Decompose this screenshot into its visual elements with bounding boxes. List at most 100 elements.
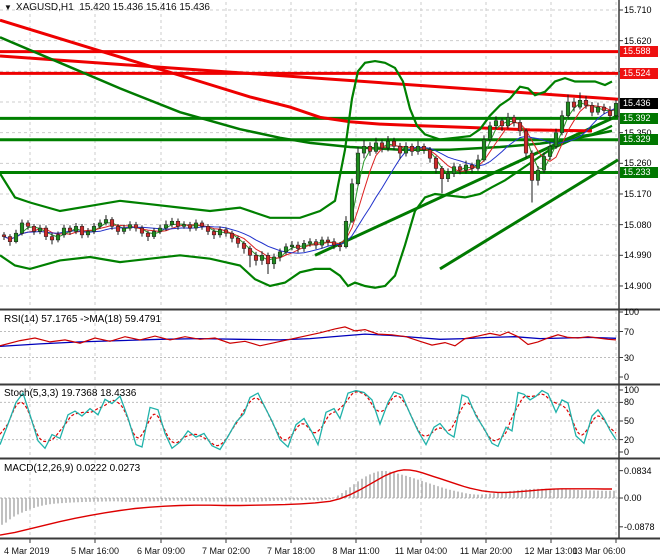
- candle-bull: [217, 229, 223, 236]
- candle-bull: [403, 146, 409, 154]
- candle-bear: [379, 142, 385, 149]
- candle-bear: [313, 241, 319, 246]
- candle-bull: [85, 231, 91, 236]
- candle-bull: [19, 222, 25, 234]
- candle-bear: [499, 120, 505, 127]
- candle-bear: [145, 232, 151, 237]
- candle-bull: [289, 244, 295, 248]
- support-ascending-2-trendline[interactable]: [439, 158, 619, 271]
- candle-bear: [49, 236, 55, 241]
- candle-bull: [271, 256, 277, 265]
- candle-bear: [1, 234, 7, 237]
- candle-bear: [391, 140, 397, 147]
- candle-bull: [169, 220, 175, 225]
- candle-bull: [181, 224, 187, 227]
- candle-bull: [487, 125, 493, 140]
- candle-bull: [463, 164, 469, 171]
- candle-bear: [511, 117, 517, 123]
- candle-bear: [607, 110, 613, 116]
- candle-bull: [553, 132, 559, 147]
- candle-bear: [235, 238, 241, 244]
- candle-bear: [133, 224, 139, 229]
- candle-bull: [481, 139, 487, 161]
- candle-bear: [199, 222, 205, 227]
- trading-chart-window: { "window": { "dropdown_icon": "▼", "sym…: [0, 0, 660, 560]
- bollinger-lower-line: [0, 124, 613, 289]
- candle-bear: [115, 226, 121, 232]
- ma-fast-green-line: [3, 102, 617, 261]
- candle-bear: [265, 255, 271, 265]
- candle-bull: [193, 222, 199, 229]
- candle-bear: [337, 244, 343, 248]
- candle-bear: [109, 219, 115, 227]
- candle-bull: [151, 231, 157, 237]
- candle-bull: [157, 227, 163, 232]
- candle-bull: [613, 103, 619, 116]
- candle-bear: [409, 146, 415, 152]
- candle-bear: [421, 146, 427, 150]
- candle-bull: [475, 159, 481, 169]
- candle-bull: [121, 227, 127, 232]
- candle-bear: [175, 220, 181, 227]
- candle-bear: [223, 229, 229, 234]
- candle-bear: [583, 100, 589, 106]
- candle-bull: [415, 146, 421, 152]
- candle-bull: [307, 241, 313, 244]
- candle-bear: [331, 241, 337, 246]
- candle-bear: [7, 236, 13, 242]
- candle-bull: [493, 120, 499, 127]
- candle-bull: [361, 146, 367, 154]
- candle-bull: [301, 243, 307, 249]
- candle-bear: [205, 226, 211, 232]
- candle-bear: [25, 222, 31, 227]
- stoch-d-line: [0, 391, 617, 447]
- candle-bear: [589, 105, 595, 113]
- candle-bull: [535, 169, 541, 181]
- candle-bull: [445, 173, 451, 179]
- candle-bull: [103, 219, 109, 224]
- candle-bear: [325, 239, 331, 242]
- candle-bull: [565, 101, 571, 116]
- candle-bear: [31, 226, 37, 232]
- candle-bull: [355, 152, 361, 185]
- candle-bear: [247, 248, 253, 256]
- candle-bull: [55, 234, 61, 241]
- macd-signal-line: [0, 469, 612, 536]
- candle-bear: [517, 122, 523, 132]
- candle-bull: [505, 117, 511, 127]
- candle-bear: [427, 149, 433, 159]
- candle-bull: [61, 227, 67, 236]
- ma-medium-red-line: [3, 104, 617, 259]
- candle-bear: [601, 106, 607, 111]
- candle-bear: [67, 227, 73, 232]
- candle-bear: [469, 164, 475, 169]
- candle-bear: [211, 231, 217, 236]
- candle-bear: [433, 157, 439, 169]
- candle-bear: [457, 166, 463, 171]
- candle-bull: [73, 226, 79, 232]
- candle-bull: [541, 156, 547, 171]
- candle-bull: [91, 226, 97, 232]
- candle-bear: [187, 224, 193, 229]
- candle-bull: [343, 220, 349, 248]
- candle-bear: [43, 227, 49, 237]
- candle-bull: [547, 146, 553, 157]
- rsi-line: [0, 326, 617, 347]
- candle-bear: [523, 130, 529, 154]
- candle-bull: [559, 115, 565, 133]
- candle-bear: [253, 255, 259, 261]
- candle-bear: [79, 226, 85, 236]
- candle-bull: [319, 239, 325, 246]
- candle-bull: [13, 232, 19, 242]
- candle-bear: [229, 232, 235, 239]
- candle-bull: [349, 183, 355, 222]
- candle-bull: [277, 251, 283, 258]
- candle-bear: [397, 146, 403, 154]
- chart-canvas: [0, 0, 660, 543]
- candle-bear: [439, 168, 445, 179]
- candle-bull: [595, 106, 601, 113]
- candle-bear: [295, 244, 301, 249]
- candle-bear: [139, 227, 145, 234]
- candle-bear: [529, 152, 535, 181]
- candle-bull: [97, 222, 103, 227]
